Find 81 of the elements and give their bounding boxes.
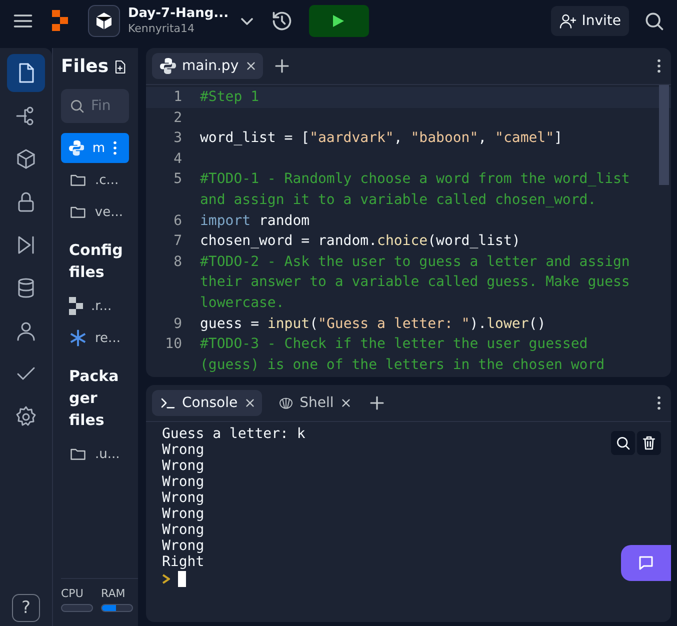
close-icon <box>342 399 350 407</box>
file-item[interactable]: ve... <box>61 197 129 227</box>
run-button[interactable] <box>308 5 369 37</box>
code-line: #TODO-3 - Check if the letter the user guessed <box>200 335 589 354</box>
shell-icon <box>278 395 294 411</box>
owner-name: Kennyrita14 <box>128 21 196 36</box>
search-icon <box>69 98 85 114</box>
code-line: #TODO-2 - Ask the user to guess a letter and assign <box>200 252 630 272</box>
python-icon <box>69 140 84 156</box>
code-line: their answer to a variable called guess. Make guess <box>200 273 630 292</box>
clear-button[interactable] <box>637 431 661 455</box>
line-number: 2 <box>172 108 183 128</box>
file-item[interactable]: .c... <box>61 165 129 195</box>
section-heading: Packager files <box>69 366 120 431</box>
close-icon <box>246 399 254 407</box>
section-heading: Config files <box>69 240 124 283</box>
search-button[interactable] <box>611 431 635 455</box>
more-icon <box>113 141 117 155</box>
line-number: 7 <box>172 232 183 252</box>
chat-icon <box>637 554 655 572</box>
invite-button[interactable]: Invite <box>550 6 629 36</box>
add-user-icon <box>558 12 577 30</box>
line-number: 6 <box>172 212 183 231</box>
plus-icon <box>370 396 384 410</box>
prompt-icon <box>162 574 170 584</box>
console-output-line: Wrong <box>162 442 204 458</box>
search-icon <box>615 435 631 451</box>
more-icon <box>657 396 661 410</box>
code-line: import random <box>200 212 310 231</box>
history-icon <box>270 10 293 32</box>
code-line: and assign it to a variable called chosen_word. <box>200 190 598 210</box>
sidebar-tool-button[interactable] <box>7 54 45 92</box>
console-output-line: Guess a letter: k <box>162 426 306 442</box>
console-output-line: Wrong <box>162 538 204 554</box>
console-output-line: Wrong <box>162 490 204 506</box>
meter-label: RAM <box>101 587 126 600</box>
code-line: word_list = ["aardvark", "baboon", "camel"] <box>200 129 562 148</box>
line-number: 8 <box>172 252 183 272</box>
line-number: 3 <box>172 129 183 148</box>
line-number: 4 <box>172 150 183 169</box>
plus-icon <box>274 59 289 73</box>
search-icon <box>643 10 665 32</box>
file-item[interactable]: .r... <box>61 291 129 321</box>
console-output-line: Wrong <box>162 506 204 522</box>
console-tab[interactable]: Shell <box>270 390 358 416</box>
console-output-line: Right <box>162 554 204 570</box>
trash-icon <box>641 435 657 451</box>
console-output-line: Wrong <box>162 474 204 490</box>
console-output-line: Wrong <box>162 522 204 538</box>
python-icon <box>160 58 176 74</box>
line-number: 5 <box>172 170 183 190</box>
repl-title: Day-7-Hang... <box>128 6 229 21</box>
line-number: 1 <box>172 88 183 107</box>
chevron-icon <box>240 18 253 24</box>
help-button[interactable]: ? <box>12 594 40 622</box>
more-icon <box>657 59 661 73</box>
close-icon <box>246 62 255 70</box>
snowflake-icon <box>69 329 87 347</box>
panel-title: Files <box>61 56 109 77</box>
code-line: #Step 1 <box>200 88 260 107</box>
file-item[interactable]: re... <box>61 323 129 353</box>
play-icon <box>333 15 344 27</box>
meter-label: CPU <box>61 587 84 600</box>
code-line: (guess) is one of the letters in the chosen word <box>200 356 605 375</box>
file-item[interactable]: m <box>61 133 129 163</box>
line-number: 9 <box>172 314 183 334</box>
chat-button[interactable] <box>621 545 671 581</box>
repl-icon <box>88 5 120 37</box>
file-item[interactable]: .u... <box>61 439 129 469</box>
code-line: guess = input("Guess a letter: ").lower() <box>200 314 546 334</box>
line-number: 10 <box>164 335 183 354</box>
scrollbar[interactable] <box>659 85 669 185</box>
replit-logo-icon <box>69 297 83 315</box>
code-line: lowercase. <box>200 294 286 313</box>
code-line: chosen_word = random.choice(word_list) <box>200 232 520 252</box>
editor-tab[interactable]: main.py <box>152 53 263 79</box>
console-tab[interactable]: Console <box>152 390 262 416</box>
code-line: #TODO-1 - Randomly choose a word from the word_list <box>200 170 630 190</box>
console-output-line: Wrong <box>162 458 204 474</box>
text-cursor <box>178 571 186 587</box>
search-field[interactable]: Fin <box>61 89 129 123</box>
